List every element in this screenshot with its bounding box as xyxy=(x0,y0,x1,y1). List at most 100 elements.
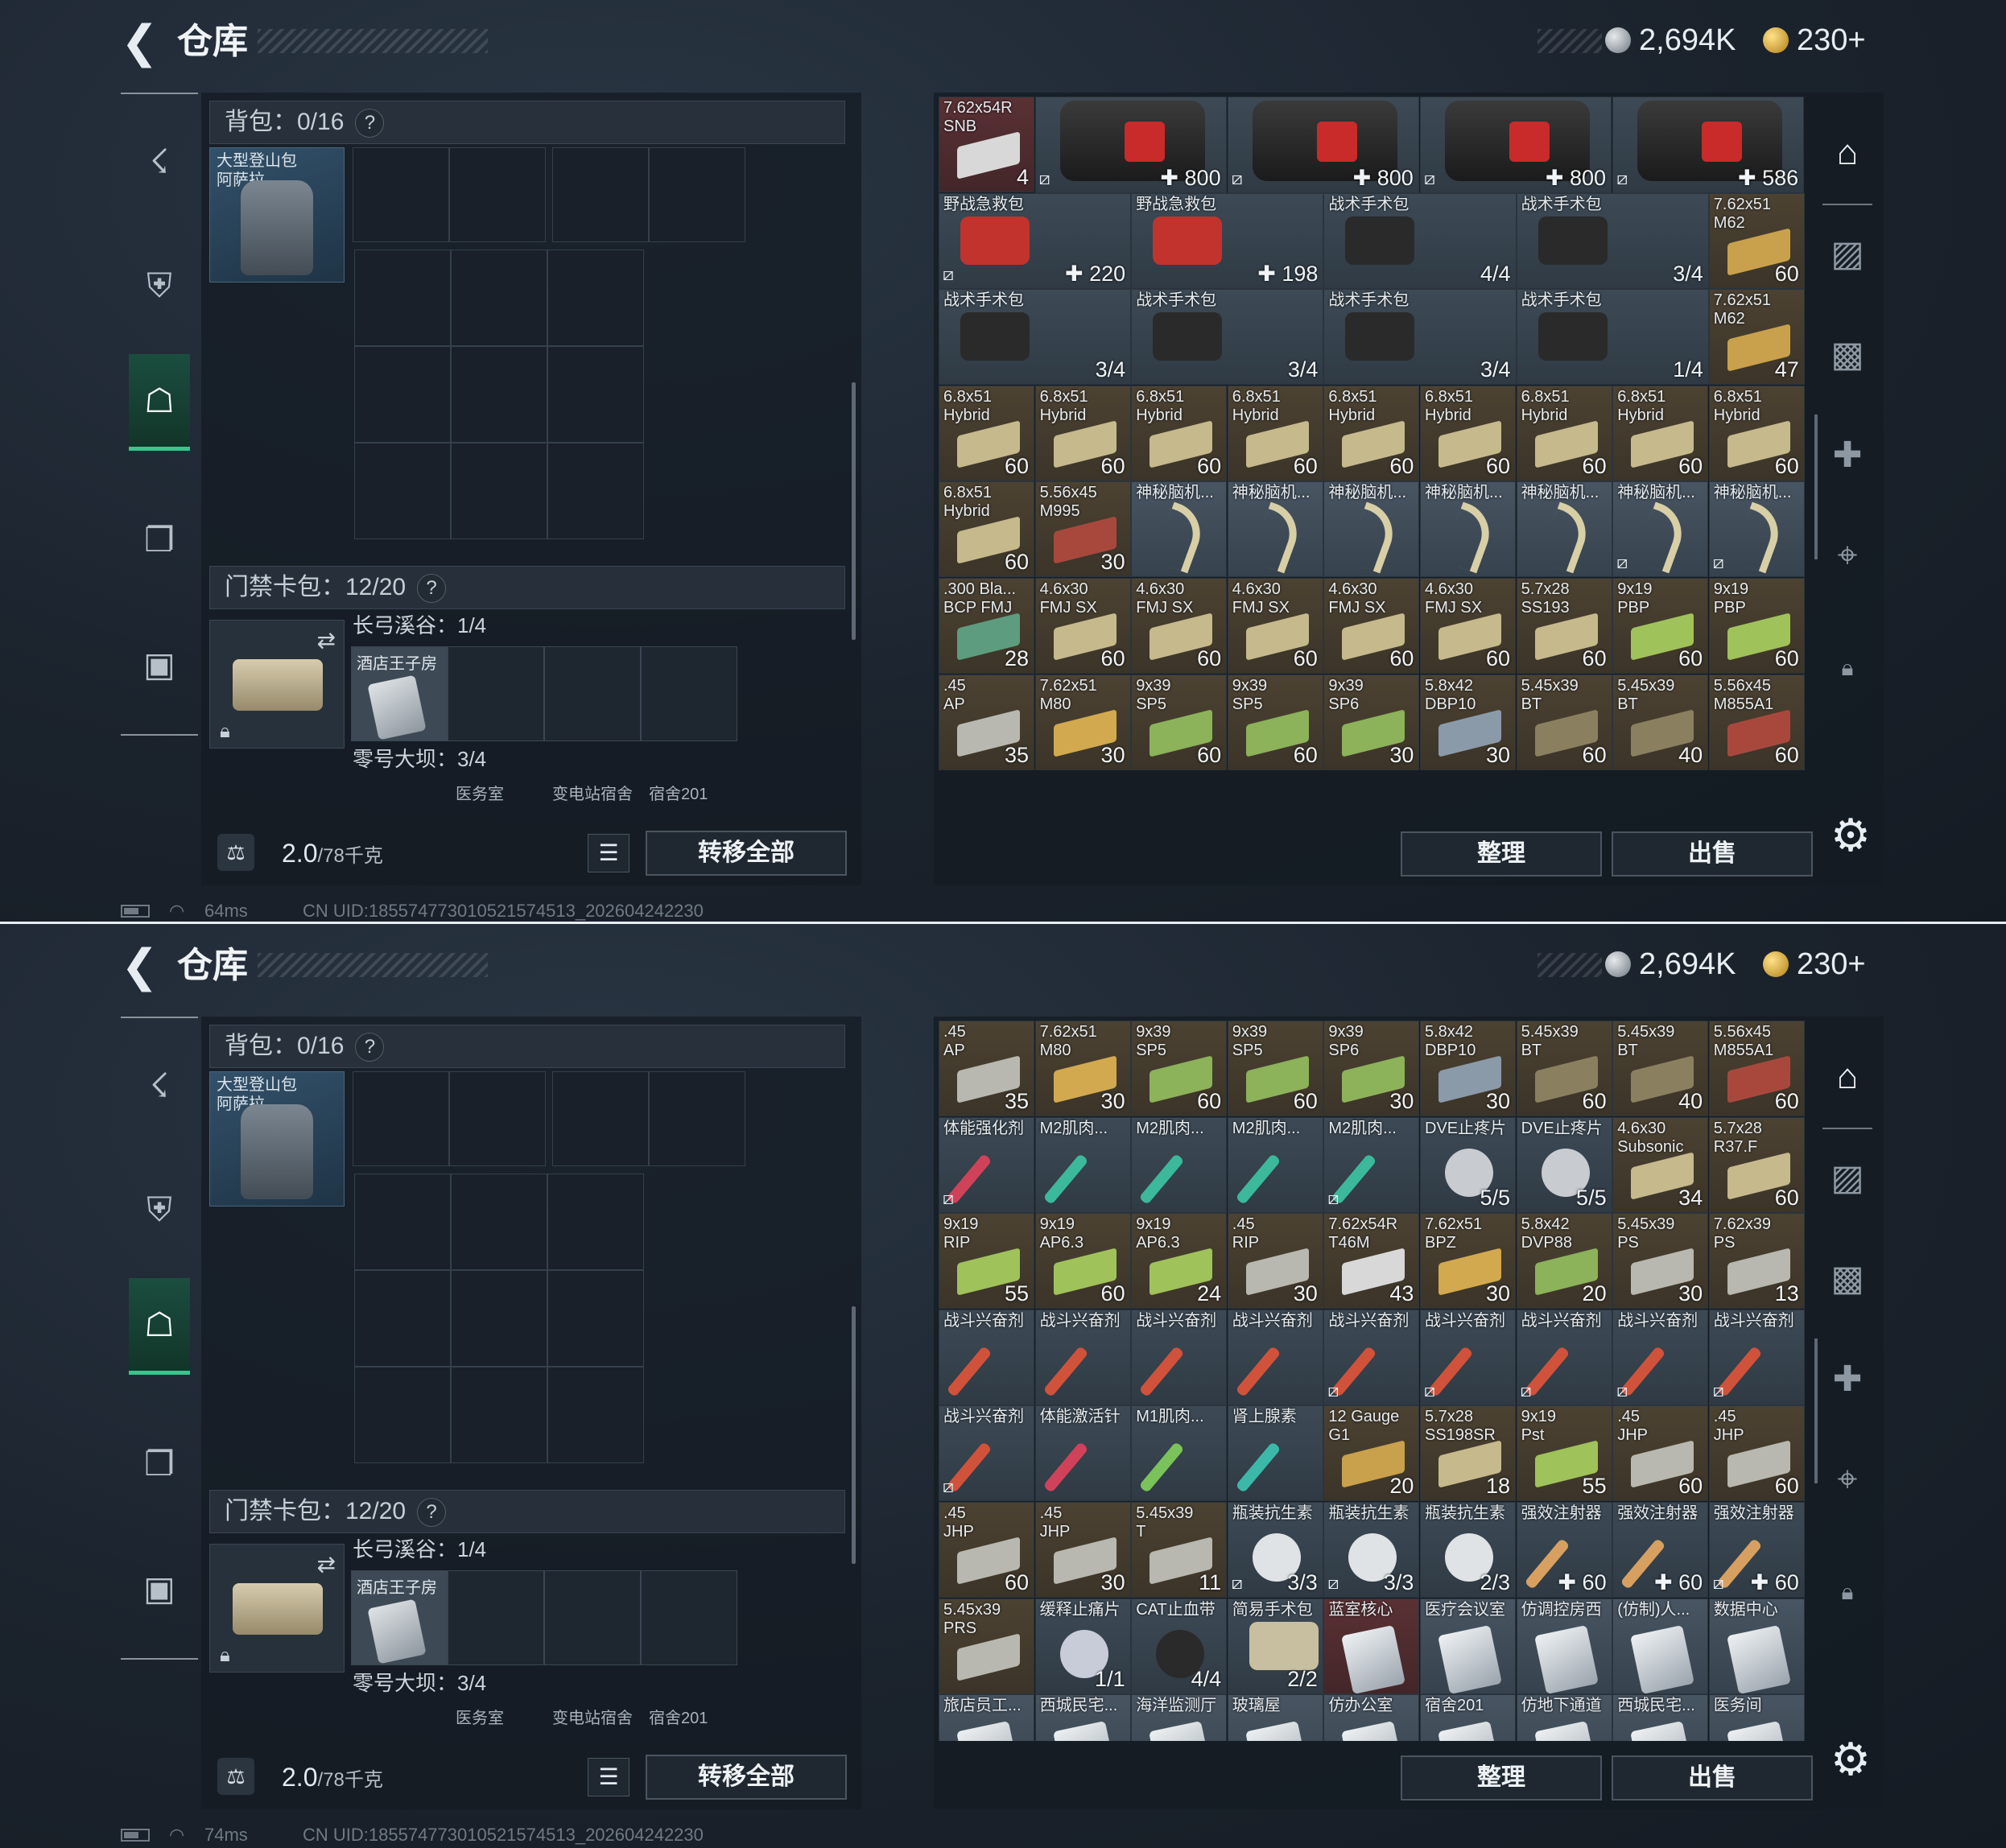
inventory-item[interactable]: 西城民宅... xyxy=(1612,1694,1709,1741)
armor-icon[interactable]: ⛨ xyxy=(121,237,198,334)
inventory-item[interactable]: 战术手术包 3/4 xyxy=(1131,289,1324,386)
inventory-item[interactable]: 战术手术包 3/4 xyxy=(1323,289,1517,386)
inventory-item[interactable]: 6.8x51 Hybrid 60 xyxy=(1420,385,1516,481)
inventory-item[interactable]: 5.45x39 BT 40 xyxy=(1612,1021,1709,1116)
inventory-item[interactable]: 仿调控房西 xyxy=(1516,1598,1612,1694)
inventory-item[interactable]: 7.62x54R SNB 4 xyxy=(939,97,1034,192)
medical-add-icon[interactable]: ✚ xyxy=(1811,410,1884,499)
inventory-item[interactable]: 7.62x51 BPZ 30 xyxy=(1420,1213,1516,1310)
backpack-slot[interactable]: 大型登山包 阿萨拉 xyxy=(209,147,345,283)
armor-icon[interactable]: ⛨ xyxy=(121,1161,198,1258)
inventory-item[interactable]: 强效注射器 ✚ 60 ⧄ xyxy=(1708,1502,1805,1598)
backpack-icon[interactable]: ☖ xyxy=(129,354,190,451)
gear-icon[interactable]: ⚙ xyxy=(1826,811,1876,860)
inventory-item[interactable]: .45 JHP 60 xyxy=(939,1502,1034,1598)
backpack-grid-cell[interactable] xyxy=(547,1270,644,1367)
briefcase-icon[interactable]: ▣ xyxy=(121,1540,198,1636)
gun-icon[interactable]: ☇ xyxy=(121,113,198,209)
backpack-grid-cell[interactable] xyxy=(354,1367,451,1463)
inventory-item[interactable]: .45 AP 35 xyxy=(939,1021,1034,1116)
inventory-item[interactable]: 蓝室核心 xyxy=(1323,1598,1420,1694)
inventory-item[interactable]: 6.8x51 Hybrid 60 xyxy=(939,385,1034,481)
inventory-item[interactable]: 4.6x30 FMJ SX 60 xyxy=(1131,578,1228,674)
inventory-item[interactable]: 6.8x51 Hybrid 60 xyxy=(1612,385,1709,481)
inventory-item[interactable]: 9x39 SP5 60 xyxy=(1131,674,1228,770)
backpack-grid-cell[interactable] xyxy=(547,250,644,346)
inventory-item[interactable]: 瓶装抗生素 2/3 xyxy=(1420,1502,1516,1598)
list-view-button[interactable]: ☰ xyxy=(588,1758,629,1796)
inventory-item[interactable]: DVE止疼片 5/5 xyxy=(1420,1116,1516,1213)
backpack-slot[interactable]: 大型登山包 阿萨拉 xyxy=(209,1071,345,1207)
inventory-item[interactable]: 海洋监测厅 xyxy=(1131,1694,1228,1741)
inventory-item[interactable]: 9x39 SP5 60 xyxy=(1227,674,1323,770)
keycard-empty-slot[interactable] xyxy=(544,1570,641,1665)
transfer-all-button[interactable]: 转移全部 xyxy=(646,831,847,876)
inventory-item[interactable]: 7.62x51 M80 30 xyxy=(1034,674,1131,770)
inventory-item[interactable]: 5.8x42 DBP10 30 xyxy=(1420,1021,1516,1116)
inventory-item[interactable]: 医务间 xyxy=(1708,1694,1805,1741)
inventory-item[interactable]: 9x39 SP5 60 xyxy=(1131,1021,1228,1116)
backpack-grid-cell[interactable] xyxy=(353,147,449,242)
keycard-empty-slot[interactable] xyxy=(641,646,737,741)
inventory-item[interactable]: 4.6x30 Subsonic 34 xyxy=(1612,1116,1709,1213)
help-icon[interactable]: ? xyxy=(417,1498,447,1528)
keycard-name[interactable]: 宿舍201 xyxy=(649,1705,708,1728)
inventory-item[interactable]: 5.45x39 BT 60 xyxy=(1516,674,1612,770)
keycard-empty-slot[interactable] xyxy=(641,1570,737,1665)
inventory-item[interactable]: 肾上腺素 xyxy=(1227,1405,1323,1502)
keycard-item[interactable]: 酒店王子房 xyxy=(351,1570,448,1665)
scan-icon[interactable]: ⌖ xyxy=(1811,1435,1884,1524)
inventory-item[interactable]: 9x19 PBP 60 xyxy=(1708,578,1805,674)
backpack-grid-cell[interactable] xyxy=(547,443,644,539)
inventory-item[interactable]: 战斗兴奋剂 ⧄ xyxy=(1612,1309,1709,1405)
inventory-item[interactable]: DVE止疼片 5/5 xyxy=(1516,1116,1612,1213)
backpack-grid-cell[interactable] xyxy=(451,250,547,346)
keycard-name[interactable]: 变电站宿舍 xyxy=(552,781,633,804)
backpack-grid-cell[interactable] xyxy=(449,1071,546,1166)
inventory-item[interactable]: M2肌肉... ⧄ xyxy=(1323,1116,1420,1213)
inventory-item[interactable]: ✚ 800 ⧄ xyxy=(1034,97,1227,193)
backpack-grid-cell[interactable] xyxy=(552,1071,649,1166)
backpack-grid-cell[interactable] xyxy=(354,1174,451,1270)
inventory-item[interactable]: 7.62x51 M80 30 xyxy=(1034,1021,1131,1116)
keycard-empty-slot[interactable] xyxy=(448,646,544,741)
inventory-item[interactable]: .45 RIP 30 xyxy=(1227,1213,1323,1310)
backpack-grid-cell[interactable] xyxy=(354,250,451,346)
inventory-item[interactable]: 9x19 AP6.3 24 xyxy=(1131,1213,1228,1310)
inventory-item[interactable]: M2肌肉... xyxy=(1227,1116,1323,1213)
inventory-item[interactable]: 战术手术包 4/4 xyxy=(1323,192,1517,289)
keycard-empty-slot[interactable] xyxy=(544,646,641,741)
inventory-item[interactable]: .45 JHP 30 xyxy=(1034,1502,1131,1598)
inventory-item[interactable]: 6.8x51 Hybrid 60 xyxy=(1034,385,1131,481)
inventory-item[interactable]: 7.62x51 M62 60 xyxy=(1708,192,1805,289)
crate-icon[interactable]: ▩ xyxy=(1811,310,1884,398)
inventory-item[interactable]: 5.45x39 PRS xyxy=(939,1598,1034,1694)
inventory-item[interactable]: 6.8x51 Hybrid 60 xyxy=(1227,385,1323,481)
inventory-item[interactable]: M1肌肉... xyxy=(1131,1405,1228,1502)
inventory-item[interactable]: 战术手术包 3/4 xyxy=(1516,192,1709,289)
inventory-item[interactable]: 战斗兴奋剂 ⧄ xyxy=(1420,1309,1516,1405)
vest-icon[interactable]: ❐ xyxy=(121,491,198,588)
inventory-item[interactable]: 4.6x30 FMJ SX 60 xyxy=(1420,578,1516,674)
keycard-name[interactable]: 医务室 xyxy=(456,1705,504,1728)
sort-button[interactable]: 整理 xyxy=(1401,1755,1602,1801)
inventory-item[interactable]: 西城民宅... xyxy=(1034,1694,1131,1741)
backpack-grid-cell[interactable] xyxy=(451,346,547,443)
keycard-name[interactable]: 变电站宿舍 xyxy=(552,1705,633,1728)
inventory-item[interactable]: 5.7x28 SS193 60 xyxy=(1516,578,1612,674)
inventory-item[interactable]: 5.56x45 M855A1 60 xyxy=(1708,674,1805,770)
inventory-item[interactable]: ✚ 800 ⧄ xyxy=(1420,97,1612,193)
inventory-item[interactable]: 医疗会议室 xyxy=(1420,1598,1516,1694)
keycard-name[interactable]: 宿舍201 xyxy=(649,781,708,804)
backpack-grid-cell[interactable] xyxy=(449,147,546,242)
scan-icon[interactable]: ⌖ xyxy=(1811,511,1884,600)
inventory-item[interactable]: 5.8x42 DBP10 30 xyxy=(1420,674,1516,770)
sell-button[interactable]: 出售 xyxy=(1612,1755,1813,1801)
inventory-item[interactable]: 6.8x51 Hybrid 60 xyxy=(1323,385,1420,481)
sort-button[interactable]: 整理 xyxy=(1401,831,1602,877)
backpack-grid-cell[interactable] xyxy=(354,346,451,443)
inventory-item[interactable]: 5.45x39 BT 60 xyxy=(1516,1021,1612,1116)
backpack-grid-cell[interactable] xyxy=(451,1174,547,1270)
back-arrow-icon[interactable]: ❮ xyxy=(121,18,163,66)
crate-icon[interactable]: ▩ xyxy=(1811,1234,1884,1322)
